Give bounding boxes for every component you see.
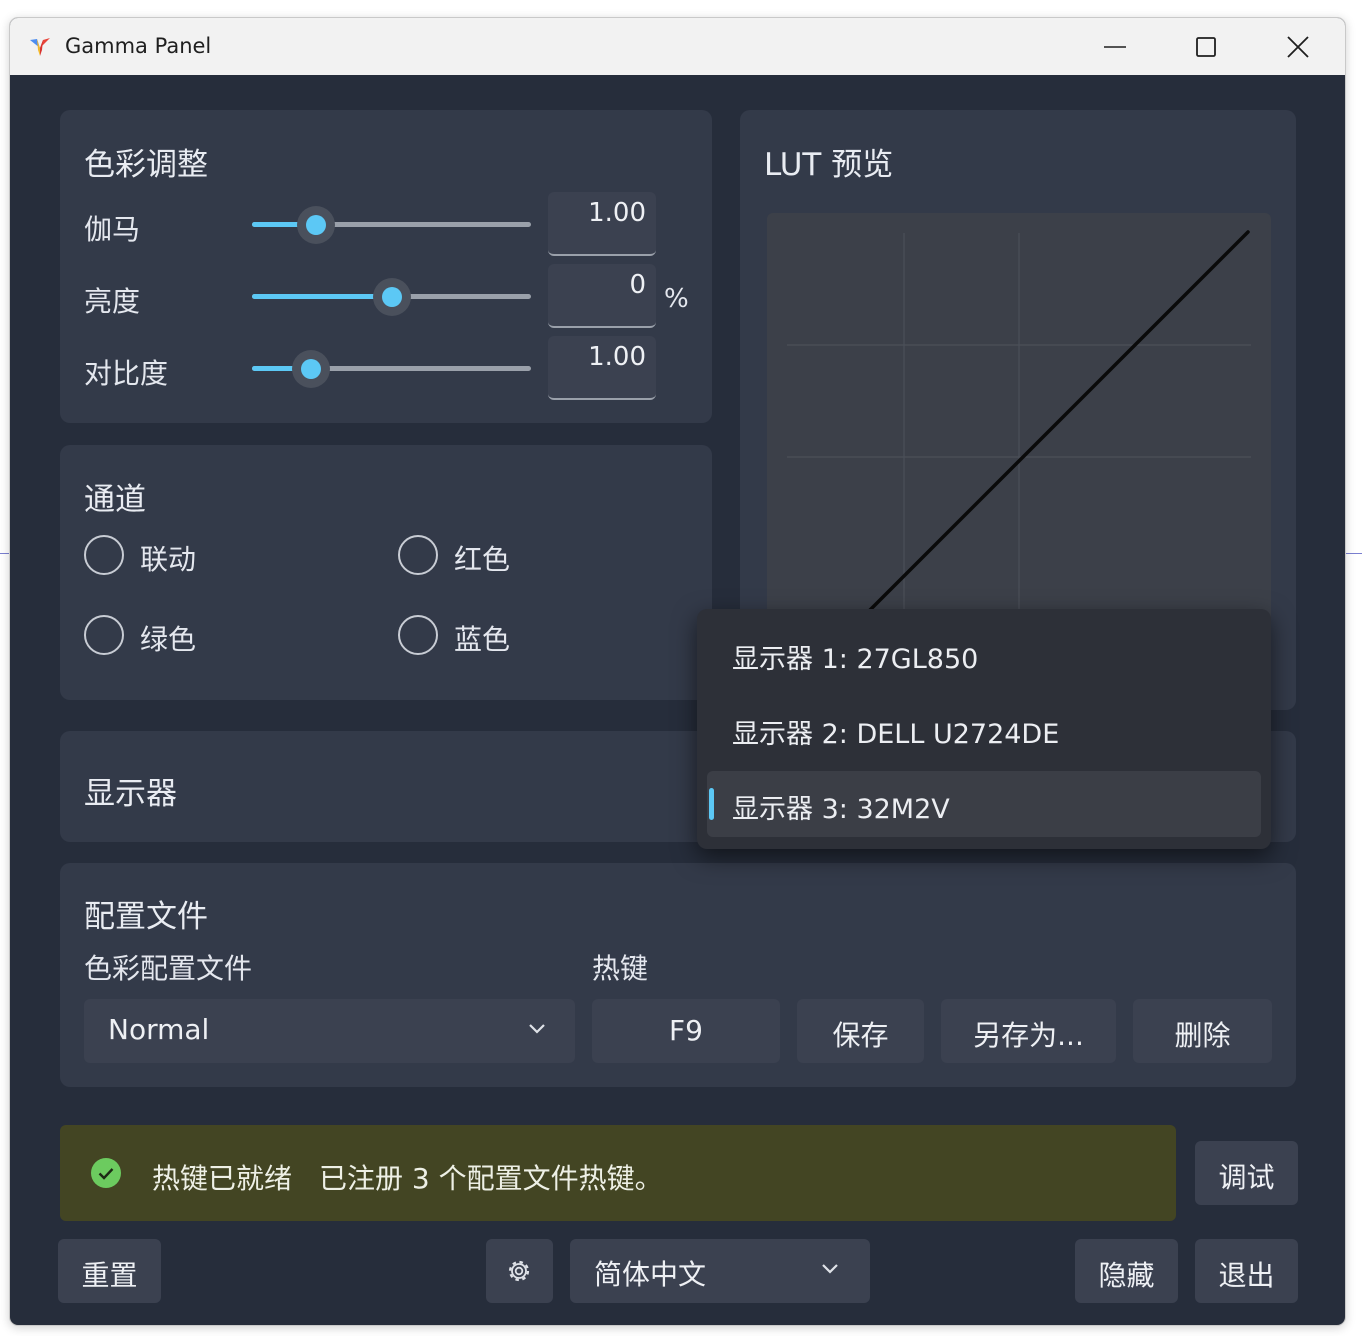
lut-title: LUT 预览 bbox=[764, 147, 894, 183]
display-option-3[interactable]: 显示器 3: 32M2V bbox=[707, 771, 1261, 837]
delete-button[interactable]: 删除 bbox=[1133, 999, 1272, 1063]
display-title: 显示器 bbox=[84, 776, 177, 812]
brightness-label: 亮度 bbox=[84, 285, 141, 318]
profiles-card: 配置文件 色彩配置文件 热键 Normal F9 保存 另存为... 删除 bbox=[60, 863, 1296, 1087]
gear-icon bbox=[508, 1260, 530, 1282]
contrast-slider-thumb[interactable] bbox=[291, 350, 330, 388]
color-adjust-card: 色彩调整 伽马 1.00 亮度 0 % 对比度 1.00 bbox=[60, 110, 712, 423]
channel-option-red[interactable]: 红色 bbox=[454, 538, 510, 578]
display-dropdown-menu: 显示器 1: 27GL850 显示器 2: DELL U2724DE 显示器 3… bbox=[697, 609, 1271, 849]
channel-option-linked[interactable]: 联动 bbox=[140, 538, 196, 578]
app-window: Gamma Panel 色彩调整 伽马 1.00 亮度 0 % 对比度 1.00… bbox=[9, 17, 1346, 1326]
minimize-icon bbox=[1104, 46, 1126, 48]
brightness-unit: % bbox=[664, 284, 689, 314]
contrast-slider[interactable] bbox=[252, 350, 531, 388]
exit-button[interactable]: 退出 bbox=[1195, 1239, 1298, 1303]
close-icon bbox=[1287, 36, 1309, 58]
selection-indicator bbox=[709, 788, 714, 820]
status-infobar: 热键已就绪 已注册 3 个配置文件热键。 bbox=[60, 1125, 1176, 1221]
reset-button[interactable]: 重置 bbox=[58, 1239, 161, 1303]
display-option-1-label: 显示器 1: 27GL850 bbox=[732, 644, 979, 675]
profile-label: 色彩配置文件 bbox=[84, 952, 253, 985]
brightness-slider[interactable] bbox=[252, 278, 531, 316]
brightness-slider-fill bbox=[252, 294, 392, 299]
display-option-1[interactable]: 显示器 1: 27GL850 bbox=[707, 621, 1261, 687]
channel-radio-blue[interactable] bbox=[398, 615, 438, 655]
gamma-slider[interactable] bbox=[252, 206, 531, 244]
gamma-label: 伽马 bbox=[84, 213, 141, 246]
brightness-value-field[interactable]: 0 bbox=[548, 264, 656, 328]
minimize-button[interactable] bbox=[1069, 18, 1161, 75]
profile-select-value: Normal bbox=[108, 1013, 210, 1046]
channel-title: 通道 bbox=[84, 482, 146, 518]
channel-radio-green[interactable] bbox=[84, 615, 124, 655]
settings-button[interactable] bbox=[486, 1239, 553, 1303]
close-button[interactable] bbox=[1252, 18, 1344, 75]
title-bar: Gamma Panel bbox=[10, 18, 1345, 75]
language-select-value: 简体中文 bbox=[594, 1258, 707, 1291]
maximize-button[interactable] bbox=[1160, 18, 1252, 75]
channel-radio-linked[interactable] bbox=[84, 535, 124, 575]
chevron-down-icon bbox=[529, 1024, 545, 1034]
gamma-logo-icon bbox=[30, 38, 50, 56]
check-circle-icon bbox=[91, 1158, 121, 1188]
brightness-slider-thumb[interactable] bbox=[372, 278, 411, 316]
color-adjust-title: 色彩调整 bbox=[84, 147, 208, 183]
profiles-title: 配置文件 bbox=[84, 899, 208, 935]
window-title: Gamma Panel bbox=[65, 34, 212, 58]
gamma-value-field[interactable]: 1.00 bbox=[548, 192, 656, 256]
hide-button[interactable]: 隐藏 bbox=[1075, 1239, 1178, 1303]
channel-card: 通道 联动 红色 绿色 蓝色 bbox=[60, 445, 712, 700]
hotkey-label: 热键 bbox=[592, 952, 649, 985]
language-select[interactable]: 简体中文 bbox=[570, 1239, 870, 1303]
save-button[interactable]: 保存 bbox=[797, 999, 924, 1063]
gamma-slider-thumb[interactable] bbox=[297, 206, 336, 244]
debug-button[interactable]: 调试 bbox=[1195, 1141, 1298, 1205]
channel-option-blue[interactable]: 蓝色 bbox=[454, 618, 510, 658]
maximize-icon bbox=[1196, 37, 1216, 57]
display-option-2-label: 显示器 2: DELL U2724DE bbox=[732, 719, 1060, 750]
status-message: 已注册 3 个配置文件热键。 bbox=[319, 1162, 663, 1195]
channel-radio-red[interactable] bbox=[398, 535, 438, 575]
display-option-2[interactable]: 显示器 2: DELL U2724DE bbox=[707, 696, 1261, 762]
chevron-down-icon bbox=[822, 1264, 838, 1274]
contrast-value-field[interactable]: 1.00 bbox=[548, 336, 656, 400]
main-content: 色彩调整 伽马 1.00 亮度 0 % 对比度 1.00 通道 联动 红色 绿色… bbox=[10, 75, 1345, 1325]
desktop-line-right bbox=[1346, 553, 1362, 554]
desktop-line-left bbox=[0, 553, 9, 554]
contrast-label: 对比度 bbox=[84, 357, 169, 390]
profile-select[interactable]: Normal bbox=[84, 999, 575, 1063]
channel-option-green[interactable]: 绿色 bbox=[140, 618, 196, 658]
hotkey-field[interactable]: F9 bbox=[592, 999, 780, 1063]
save-as-button[interactable]: 另存为... bbox=[941, 999, 1116, 1063]
status-title: 热键已就绪 bbox=[152, 1162, 293, 1195]
display-option-3-label: 显示器 3: 32M2V bbox=[732, 794, 950, 825]
